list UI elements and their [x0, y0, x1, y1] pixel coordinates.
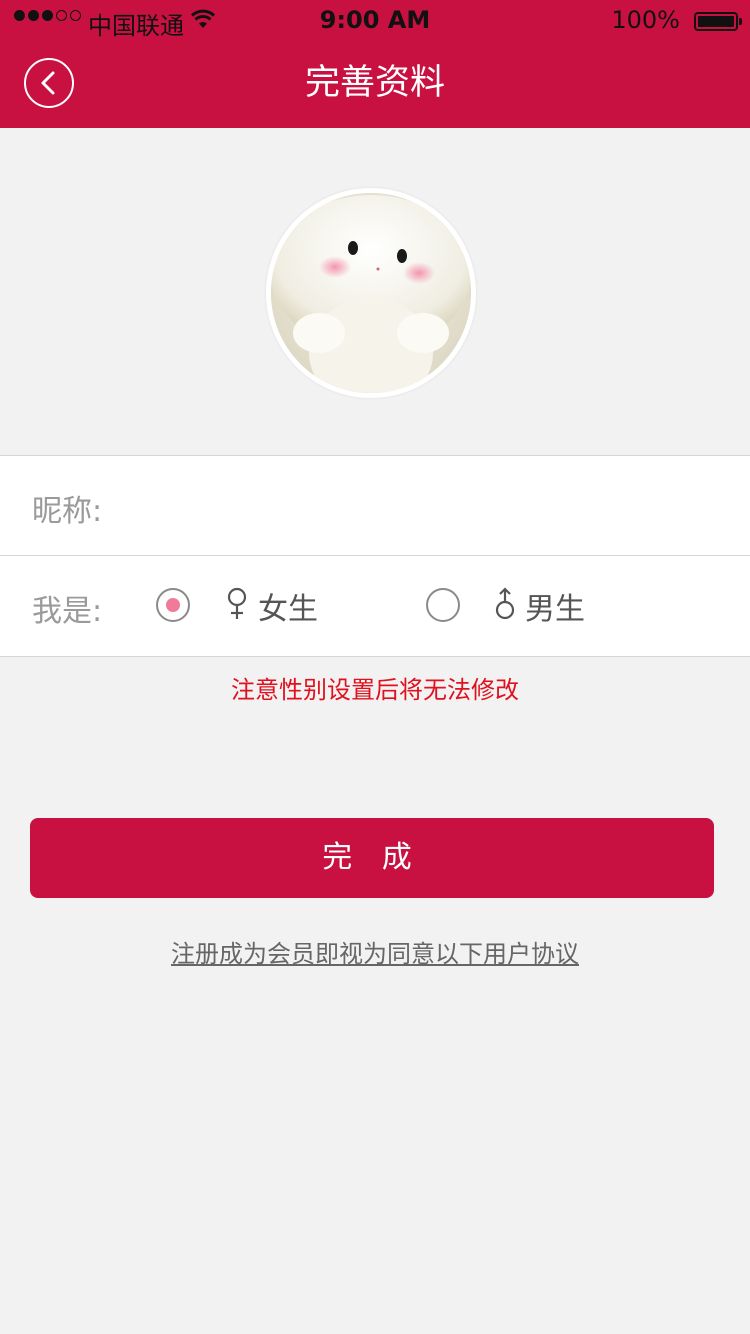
- female-label[interactable]: 女生: [258, 584, 318, 628]
- battery-percent: 100%: [611, 6, 680, 34]
- page-title: 完善资料: [304, 63, 445, 103]
- nickname-input[interactable]: [120, 478, 714, 536]
- male-radio[interactable]: [426, 588, 460, 622]
- gender-label: 我是:: [32, 594, 103, 629]
- gender-notice: 注意性别设置后将无法修改: [231, 676, 519, 704]
- user-agreement-link[interactable]: 注册成为会员即视为同意以下用户协议: [171, 940, 579, 968]
- female-symbol-icon: [224, 586, 250, 626]
- done-button[interactable]: 完 成: [30, 818, 714, 898]
- nickname-row: 昵称:: [0, 456, 750, 556]
- plush-toy-photo: [271, 193, 471, 393]
- male-label[interactable]: 男生: [525, 584, 585, 628]
- nickname-label: 昵称:: [32, 494, 103, 529]
- female-radio[interactable]: [156, 588, 190, 622]
- status-bar: 中国联通 9:00 AM 100%: [0, 0, 750, 44]
- battery-icon: [694, 12, 742, 31]
- avatar[interactable]: [266, 188, 476, 398]
- profile-form: 昵称: 我是: 女生 男生: [0, 455, 750, 657]
- agreement-row: 注册成为会员即视为同意以下用户协议: [0, 934, 750, 969]
- gender-row: 我是: 女生 男生: [0, 556, 750, 655]
- male-symbol-icon: [492, 586, 518, 626]
- header: 中国联通 9:00 AM 100% 完善资料: [0, 0, 750, 128]
- radio-selected-dot: [166, 598, 180, 612]
